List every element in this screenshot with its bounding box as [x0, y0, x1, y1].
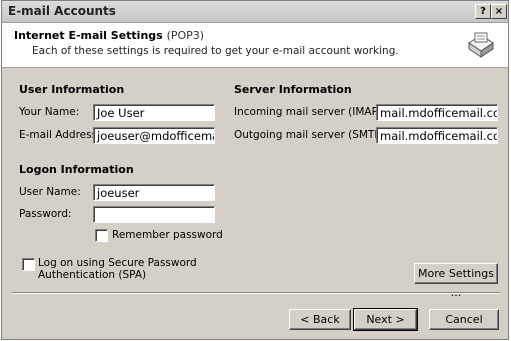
password-field[interactable] — [93, 206, 215, 223]
more-settings-button[interactable]: More Settings ... — [414, 263, 498, 299]
next-button[interactable]: Next > — [353, 308, 418, 331]
cancel-button[interactable]: Cancel — [429, 309, 499, 330]
outgoing-server-field[interactable]: mail.mdofficemail.com — [376, 127, 498, 144]
header-description: Each of these settings is required to ge… — [32, 45, 399, 57]
header-title-text: Internet E-mail Settings — [14, 29, 163, 42]
help-button[interactable]: ? — [475, 4, 491, 19]
logon-info-heading: Logon Information — [19, 163, 134, 176]
user-name-field[interactable]: joeuser — [93, 184, 215, 201]
email-address-field[interactable]: joeuser@mdofficemai — [93, 127, 215, 144]
incoming-server-label: Incoming mail server (IMAP): — [234, 106, 386, 118]
spa-label-line1: Log on using Secure Password — [38, 257, 197, 269]
remember-password-label: Remember password — [112, 229, 223, 241]
spa-label-line2: Authentication (SPA) — [38, 269, 147, 281]
mail-settings-icon — [468, 32, 494, 58]
dialog-header: Internet E-mail Settings (POP3) Each of … — [2, 23, 508, 68]
header-protocol: (POP3) — [166, 29, 205, 42]
your-name-label: Your Name: — [19, 106, 80, 118]
user-info-heading: User Information — [19, 83, 125, 96]
user-name-label: User Name: — [19, 186, 81, 198]
password-label: Password: — [19, 208, 72, 220]
spa-checkbox[interactable] — [22, 258, 35, 271]
header-title: Internet E-mail Settings (POP3) — [14, 29, 204, 42]
remember-password-checkbox[interactable] — [95, 229, 108, 242]
back-button[interactable]: < Back — [289, 309, 351, 330]
email-address-label: E-mail Address: — [19, 129, 101, 141]
button-separator — [12, 292, 500, 294]
close-button[interactable]: × — [491, 4, 507, 19]
email-accounts-dialog: E-mail Accounts ? × Internet E-mail Sett… — [1, 0, 509, 340]
window-title: E-mail Accounts — [8, 4, 116, 18]
outgoing-server-label: Outgoing mail server (SMTP): — [234, 129, 389, 141]
server-info-heading: Server Information — [234, 83, 352, 96]
incoming-server-field[interactable]: mail.mdofficemail.com — [376, 104, 498, 121]
your-name-field[interactable]: Joe User — [93, 104, 215, 121]
title-bar: E-mail Accounts ? × — [2, 1, 508, 23]
